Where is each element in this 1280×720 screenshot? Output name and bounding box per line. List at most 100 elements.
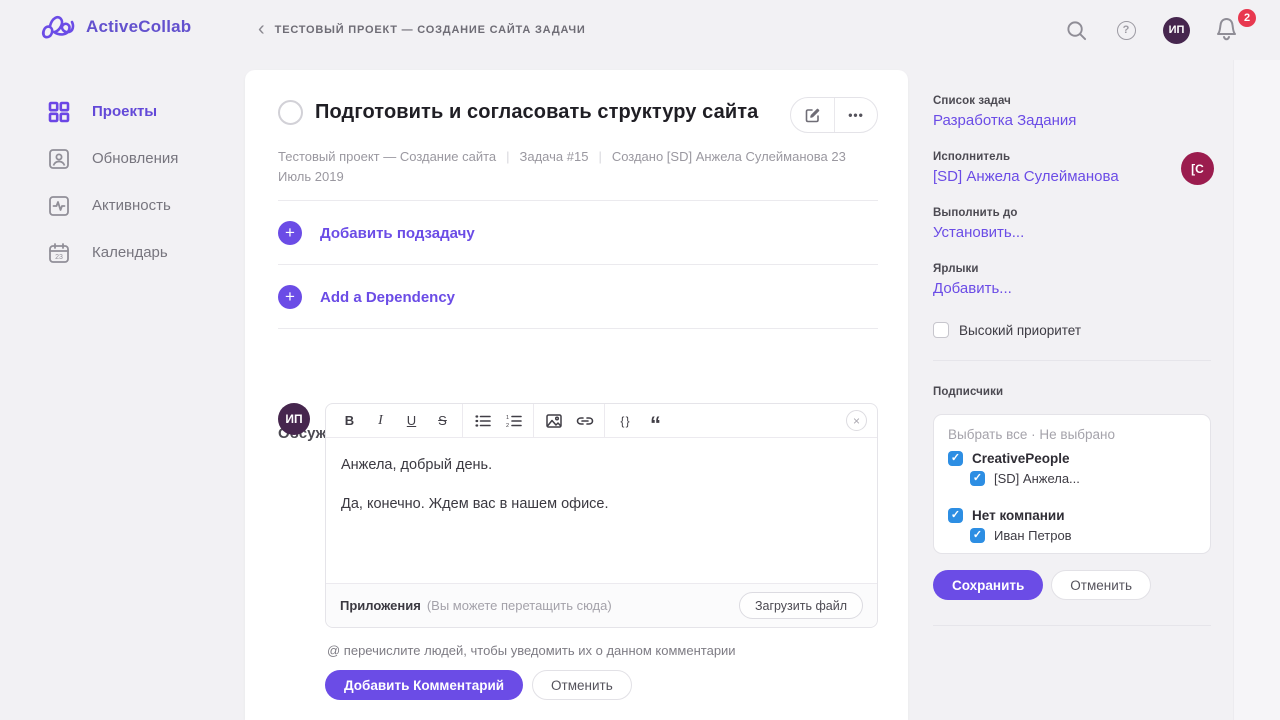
assignee-avatar[interactable]: [C	[1181, 152, 1214, 185]
divider	[933, 625, 1211, 626]
subscriber-group-name: CreativePeople	[972, 451, 1070, 466]
task-list-field: Список задач Разработка Задания	[933, 95, 1076, 129]
meta-project: Тестовый проект — Создание сайта	[278, 149, 496, 164]
subscriber-group-row[interactable]: ✓ Нет компании	[948, 508, 1196, 523]
calendar-icon: 23	[48, 242, 70, 264]
upload-file-button[interactable]: Загрузить файл	[739, 592, 863, 619]
cancel-subscribers-button[interactable]: Отменить	[1051, 570, 1151, 600]
divider	[933, 360, 1211, 361]
sidebar-item-label: Проекты	[92, 103, 157, 120]
bell-icon	[1214, 15, 1239, 43]
logo-text: ActiveCollab	[86, 17, 191, 37]
sidebar-item-projects[interactable]: Проекты	[0, 88, 245, 135]
assignee-value[interactable]: [SD] Анжела Сулейманова	[933, 168, 1119, 185]
attachments-hint: (Вы можете перетащить сюда)	[427, 598, 612, 613]
save-subscribers-button[interactable]: Сохранить	[933, 570, 1043, 600]
image-icon	[546, 414, 562, 428]
plus-icon: +	[278, 285, 302, 309]
breadcrumb[interactable]: ‹ ТЕСТОВЫЙ ПРОЕКТ — СОЗДАНИЕ САЙТА ЗАДАЧ…	[258, 0, 586, 60]
bullet-list-button[interactable]	[467, 407, 498, 435]
left-sidebar: Проекты Обновления Активность 23	[0, 88, 245, 276]
task-actions: •••	[790, 97, 878, 133]
subscribers-select-all[interactable]: Выбрать все · Не выбрано	[948, 427, 1196, 442]
bold-button[interactable]: B	[334, 407, 365, 435]
add-subtask-button[interactable]: + Добавить подзадачу	[278, 221, 475, 245]
notifications-button[interactable]: 2	[1214, 15, 1240, 45]
sidebar-item-label: Обновления	[92, 150, 178, 167]
code-button[interactable]: { }	[609, 407, 640, 435]
task-list-value[interactable]: Разработка Задания	[933, 112, 1076, 129]
checkbox-checked-icon: ✓	[948, 451, 963, 466]
sidebar-item-updates[interactable]: Обновления	[0, 135, 245, 182]
composer-actions: Добавить Комментарий Отменить	[325, 670, 632, 700]
subscriber-member-row[interactable]: ✓ [SD] Анжела...	[970, 471, 1196, 486]
more-options-icon: •••	[848, 108, 864, 122]
checkbox-checked-icon: ✓	[970, 471, 985, 486]
back-chevron-icon[interactable]: ‹	[258, 19, 265, 39]
grid-icon	[48, 101, 70, 123]
subscriber-member-name: [SD] Анжела...	[994, 471, 1080, 486]
checkbox-checked-icon: ✓	[970, 528, 985, 543]
task-title: Подготовить и согласовать структуру сайт…	[315, 101, 758, 124]
add-dependency-label: Add a Dependency	[320, 289, 455, 306]
mention-hint: @ перечислите людей, чтобы уведомить их …	[327, 643, 736, 658]
due-date-value[interactable]: Установить...	[933, 224, 1024, 241]
help-icon[interactable]: ?	[1113, 17, 1139, 43]
add-subtask-label: Добавить подзадачу	[320, 225, 475, 242]
svg-text:23: 23	[55, 254, 63, 261]
notification-badge: 2	[1238, 9, 1256, 27]
scroll-gutter	[1233, 60, 1280, 720]
more-options-button[interactable]: •••	[834, 98, 877, 132]
user-avatar[interactable]: ИП	[1163, 17, 1190, 44]
top-header: ActiveCollab ‹ ТЕСТОВЫЙ ПРОЕКТ — СОЗДАНИ…	[0, 0, 1280, 60]
italic-button[interactable]: I	[365, 407, 396, 435]
search-icon[interactable]	[1063, 17, 1089, 43]
sidebar-item-label: Активность	[92, 197, 171, 214]
insert-image-button[interactable]	[538, 407, 569, 435]
sidebar-item-activity[interactable]: Активность	[0, 182, 245, 229]
plus-icon: +	[278, 221, 302, 245]
sidebar-item-calendar[interactable]: 23 Календарь	[0, 229, 245, 276]
task-complete-checkbox[interactable]	[278, 100, 303, 125]
svg-text:2: 2	[506, 423, 509, 428]
task-list-label: Список задач	[933, 95, 1076, 107]
due-date-label: Выполнить до	[933, 207, 1024, 219]
svg-text:1: 1	[506, 415, 509, 421]
close-editor-icon[interactable]: ×	[846, 410, 867, 431]
add-dependency-button[interactable]: + Add a Dependency	[278, 285, 455, 309]
editor-toolbar: B I U S 1 2	[326, 404, 877, 438]
meta-task-number: Задача #15	[520, 149, 589, 164]
labels-value[interactable]: Добавить...	[933, 280, 1012, 297]
comment-textarea[interactable]: Анжела, добрый день. Да, конечно. Ждем в…	[326, 438, 877, 551]
comment-line: Анжела, добрый день.	[341, 455, 862, 475]
link-icon	[576, 415, 594, 427]
subscribers-card: Выбрать все · Не выбрано ✓ CreativePeopl…	[933, 414, 1211, 554]
due-date-field: Выполнить до Установить...	[933, 207, 1024, 241]
add-comment-button[interactable]: Добавить Комментарий	[325, 670, 523, 700]
insert-link-button[interactable]	[569, 407, 600, 435]
task-title-row: Подготовить и согласовать структуру сайт…	[278, 100, 878, 125]
subscribers-heading: Подписчики	[933, 386, 1003, 398]
sidebar-item-label: Календарь	[92, 244, 168, 261]
strikethrough-button[interactable]: S	[427, 407, 458, 435]
attachments-label: Приложения	[340, 598, 421, 613]
high-priority-checkbox[interactable]: Высокий приоритет	[933, 322, 1081, 338]
task-meta: Тестовый проект — Создание сайта|Задача …	[278, 147, 870, 187]
underline-button[interactable]: U	[396, 407, 427, 435]
numbered-list-button[interactable]: 1 2	[498, 407, 529, 435]
subscriber-member-row[interactable]: ✓ Иван Петров	[970, 528, 1196, 543]
activecollab-logo[interactable]: ActiveCollab	[40, 12, 191, 42]
comment-line: Да, конечно. Ждем вас в нашем офисе.	[341, 494, 862, 514]
cancel-comment-button[interactable]: Отменить	[532, 670, 632, 700]
assignee-label: Исполнитель	[933, 151, 1119, 163]
numbered-list-icon: 1 2	[506, 414, 522, 428]
breadcrumb-label: ТЕСТОВЫЙ ПРОЕКТ — СОЗДАНИЕ САЙТА ЗАДАЧИ	[275, 24, 586, 36]
checkbox-checked-icon: ✓	[948, 508, 963, 523]
activecollab-logo-icon	[40, 12, 76, 42]
edit-task-button[interactable]	[791, 98, 834, 132]
attachments-dropzone[interactable]: Приложения (Вы можете перетащить сюда) З…	[326, 583, 877, 627]
subscriber-member-name: Иван Петров	[994, 528, 1072, 543]
subscriber-group-row[interactable]: ✓ CreativePeople	[948, 451, 1196, 466]
bullet-list-icon	[475, 414, 491, 428]
quote-button[interactable]: “	[640, 407, 671, 435]
